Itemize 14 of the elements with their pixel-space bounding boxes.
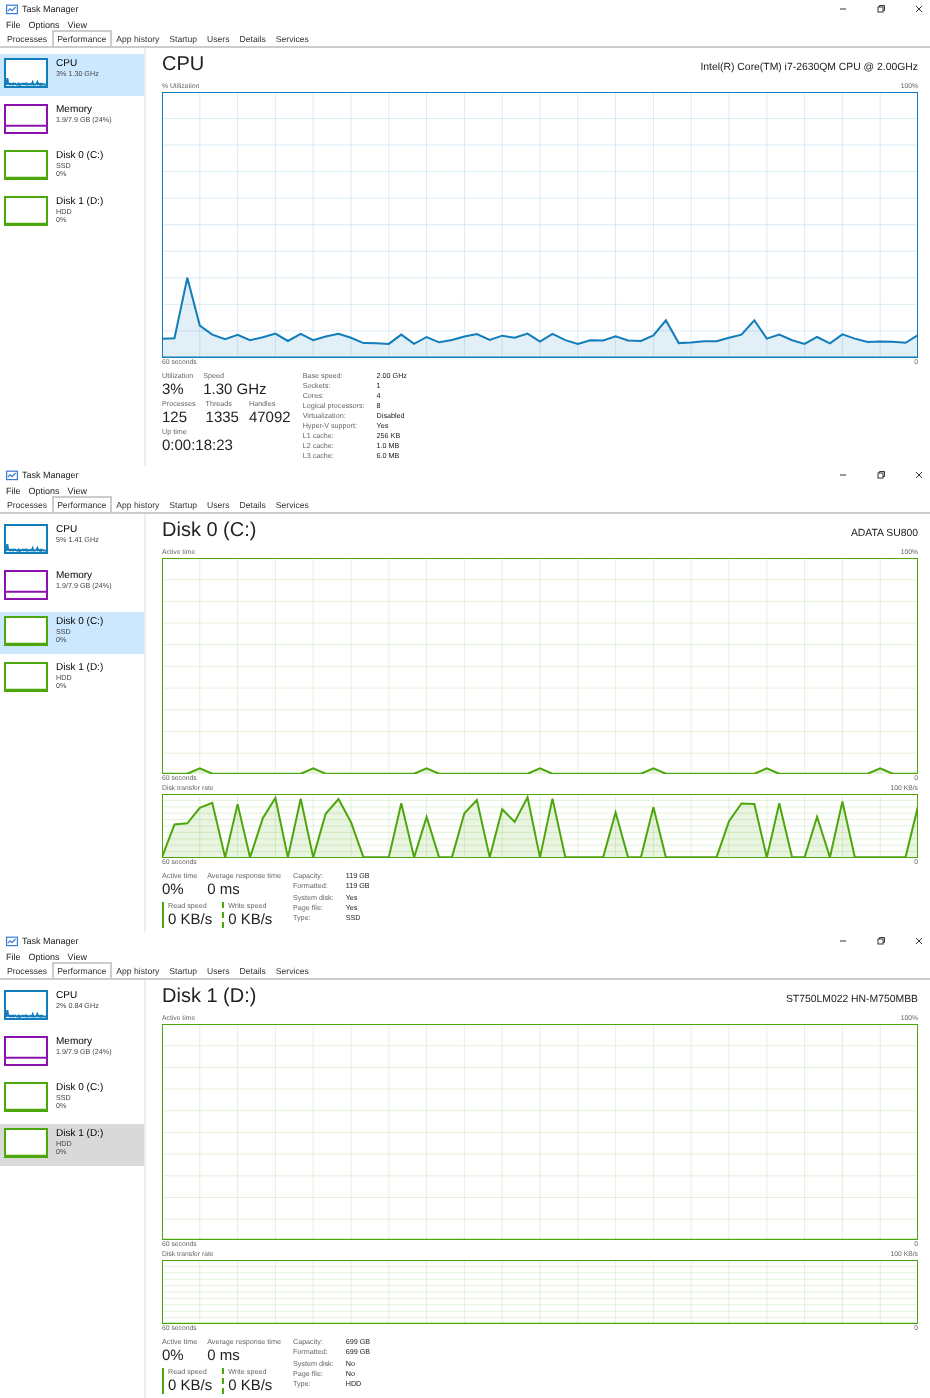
restore-icon[interactable] bbox=[876, 936, 886, 946]
close-icon[interactable] bbox=[914, 936, 924, 946]
panel-title: Disk 0 (C:) bbox=[162, 520, 257, 542]
restore-icon[interactable] bbox=[876, 470, 886, 480]
restore-icon[interactable] bbox=[876, 4, 886, 14]
minimize-icon[interactable] bbox=[838, 470, 848, 480]
close-icon[interactable] bbox=[914, 470, 924, 480]
panel-title: Disk 1 (D:) bbox=[162, 986, 257, 1008]
minimize-icon[interactable] bbox=[838, 936, 848, 946]
app-icon bbox=[6, 469, 18, 481]
minimize-icon[interactable] bbox=[838, 4, 848, 14]
panel-title: CPU bbox=[162, 54, 205, 76]
close-icon[interactable] bbox=[914, 4, 924, 14]
app-icon bbox=[6, 935, 18, 947]
